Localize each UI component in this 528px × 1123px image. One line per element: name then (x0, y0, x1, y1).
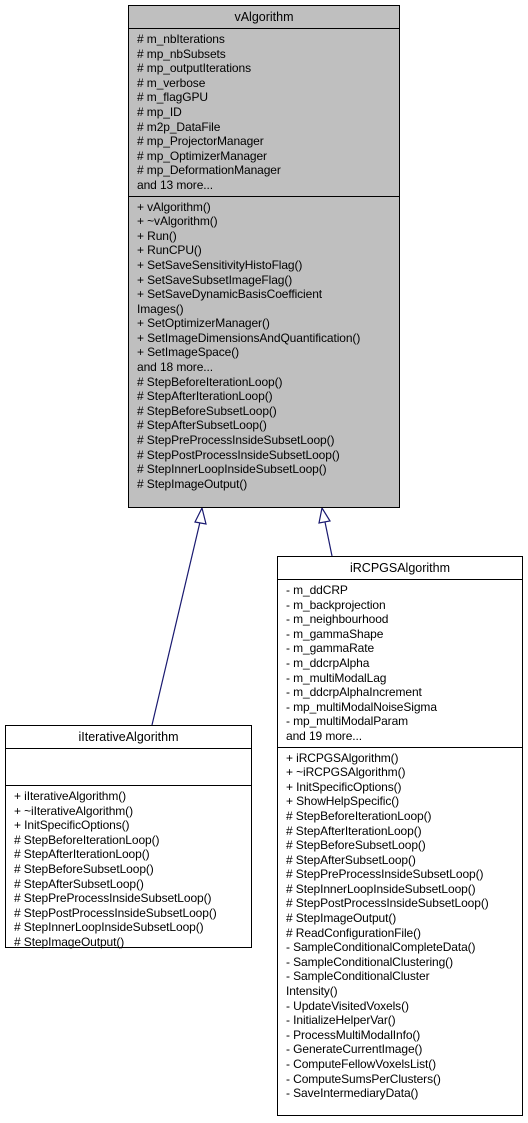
class-box-valgorithm[interactable]: vAlgorithm # m_nbIterations # mp_nbSubset… (128, 5, 400, 508)
class-member-method[interactable]: # StepPreProcessInsideSubsetLoop() (14, 891, 243, 906)
class-member-method[interactable]: # StepImageOutput() (137, 477, 391, 492)
class-member-method[interactable]: + InitSpecificOptions() (14, 818, 243, 833)
class-member-attribute[interactable]: - m_multiModalLag (286, 671, 514, 686)
class-member-attribute[interactable]: - mp_multiModalNoiseSigma (286, 700, 514, 715)
class-title: iRCPGSAlgorithm (278, 557, 522, 580)
class-box-ircpgsalgorithm[interactable]: iRCPGSAlgorithm - m_ddCRP - m_backproject… (277, 556, 523, 1116)
class-member-method[interactable]: + vAlgorithm() (137, 200, 391, 215)
class-member-method[interactable]: - SampleConditionalCluster (286, 969, 514, 984)
class-member-method[interactable]: + Run() (137, 229, 391, 244)
class-member-attribute[interactable]: and 13 more... (137, 178, 391, 193)
class-member-attribute[interactable]: - m_gammaRate (286, 641, 514, 656)
class-member-method[interactable]: # StepBeforeIterationLoop() (14, 833, 243, 848)
class-member-method[interactable]: # StepAfterSubsetLoop() (137, 418, 391, 433)
class-member-method[interactable]: # StepBeforeIterationLoop() (286, 809, 514, 824)
class-member-attribute[interactable]: - m_neighbourhood (286, 612, 514, 627)
class-member-attribute[interactable]: # m2p_DataFile (137, 120, 391, 135)
class-member-attribute[interactable]: - m_gammaShape (286, 627, 514, 642)
class-member-method[interactable]: + iIterativeAlgorithm() (14, 789, 243, 804)
class-member-attribute[interactable]: # mp_nbSubsets (137, 47, 391, 62)
class-member-method[interactable]: # StepAfterSubsetLoop() (14, 877, 243, 892)
class-member-method[interactable]: # StepAfterIterationLoop() (14, 847, 243, 862)
class-member-method[interactable]: # StepInnerLoopInsideSubsetLoop() (14, 920, 243, 935)
class-member-attribute[interactable]: # m_verbose (137, 76, 391, 91)
class-member-method[interactable]: # ReadConfigurationFile() (286, 926, 514, 941)
class-member-method[interactable]: - ComputeSumsPerClusters() (286, 1072, 514, 1087)
class-member-method[interactable]: Intensity() (286, 984, 514, 999)
class-member-method[interactable]: # StepAfterSubsetLoop() (286, 853, 514, 868)
class-member-attribute[interactable]: - m_ddCRP (286, 583, 514, 598)
class-member-attribute[interactable]: - mp_multiModalParam (286, 714, 514, 729)
class-member-attribute[interactable]: # mp_OptimizerManager (137, 149, 391, 164)
class-member-method[interactable]: # StepAfterIterationLoop() (286, 824, 514, 839)
class-member-method[interactable]: # StepImageOutput() (286, 911, 514, 926)
class-member-attribute[interactable]: # mp_outputIterations (137, 61, 391, 76)
attributes-section (6, 749, 251, 786)
class-member-method[interactable]: + SetImageSpace() (137, 345, 391, 360)
class-member-attribute[interactable]: # m_flagGPU (137, 90, 391, 105)
class-member-method[interactable]: + ~iRCPGSAlgorithm() (286, 765, 514, 780)
methods-section: + vAlgorithm() + ~vAlgorithm() + Run() + Ru… (129, 197, 399, 495)
class-member-method[interactable]: - InitializeHelperVar() (286, 1013, 514, 1028)
class-member-method[interactable]: # StepPreProcessInsideSubsetLoop() (137, 433, 391, 448)
class-member-method[interactable]: - SampleConditionalCompleteData() (286, 940, 514, 955)
class-member-method[interactable]: # StepBeforeIterationLoop() (137, 375, 391, 390)
class-member-method[interactable]: # StepBeforeSubsetLoop() (14, 862, 243, 877)
methods-section: + iRCPGSAlgorithm() + ~iRCPGSAlgorithm() +… (278, 748, 522, 1104)
class-member-method[interactable]: # StepBeforeSubsetLoop() (137, 404, 391, 419)
class-member-attribute[interactable]: # mp_DeformationManager (137, 163, 391, 178)
class-member-method[interactable]: # StepInnerLoopInsideSubsetLoop() (286, 882, 514, 897)
class-member-method[interactable]: # StepImageOutput() (14, 935, 243, 950)
class-member-method[interactable]: - UpdateVisitedVoxels() (286, 999, 514, 1014)
methods-section: + iIterativeAlgorithm() + ~iIterativeAlgo… (6, 786, 251, 953)
inheritance-arrowhead (318, 506, 331, 524)
class-member-attribute[interactable]: # m_nbIterations (137, 32, 391, 47)
class-member-method[interactable]: - GenerateCurrentImage() (286, 1042, 514, 1057)
class-title: vAlgorithm (129, 6, 399, 29)
class-member-method[interactable]: # StepBeforeSubsetLoop() (286, 838, 514, 853)
class-member-method[interactable]: # StepPreProcessInsideSubsetLoop() (286, 867, 514, 882)
attributes-section: # m_nbIterations # mp_nbSubsets # mp_outpu… (129, 29, 399, 197)
class-member-method[interactable]: + ~iIterativeAlgorithm() (14, 804, 243, 819)
class-member-method[interactable]: - ProcessMultiModalInfo() (286, 1028, 514, 1043)
class-box-iiterativealgorithm[interactable]: iIterativeAlgorithm + iIterativeAlgorith… (5, 725, 252, 949)
class-member-method[interactable]: - ComputeFellowVoxelsList() (286, 1057, 514, 1072)
class-member-method[interactable]: + SetOptimizerManager() (137, 316, 391, 331)
class-member-method[interactable]: + iRCPGSAlgorithm() (286, 751, 514, 766)
class-member-method[interactable]: # StepPostProcessInsideSubsetLoop() (286, 896, 514, 911)
class-member-method[interactable]: # StepInnerLoopInsideSubsetLoop() (137, 462, 391, 477)
class-member-method[interactable]: # StepPostProcessInsideSubsetLoop() (14, 906, 243, 921)
class-member-method[interactable]: + SetSaveDynamicBasisCoefficient (137, 287, 391, 302)
class-member-method[interactable]: - SaveIntermediaryData() (286, 1086, 514, 1101)
class-member-method[interactable]: # StepPostProcessInsideSubsetLoop() (137, 448, 391, 463)
class-member-method[interactable]: - SampleConditionalClustering() (286, 955, 514, 970)
class-member-method[interactable]: + SetSaveSubsetImageFlag() (137, 273, 391, 288)
class-title: iIterativeAlgorithm (6, 726, 251, 749)
class-member-method[interactable]: Images() (137, 302, 391, 317)
class-member-method[interactable]: + SetImageDimensionsAndQuantification() (137, 331, 391, 346)
class-member-attribute[interactable]: - m_ddcrpAlphaIncrement (286, 685, 514, 700)
class-member-attribute[interactable]: - m_backprojection (286, 598, 514, 613)
class-member-method[interactable]: + ~vAlgorithm() (137, 214, 391, 229)
class-member-attribute[interactable]: # mp_ID (137, 105, 391, 120)
edge-iiterative-to-valgorithm (151, 506, 207, 726)
class-member-attribute[interactable]: and 19 more... (286, 729, 514, 744)
class-member-method[interactable]: + ShowHelpSpecific() (286, 794, 514, 809)
inheritance-arrowhead (194, 506, 207, 525)
class-member-method[interactable]: # StepAfterIterationLoop() (137, 389, 391, 404)
edge-ircpgs-to-valgorithm (318, 506, 333, 557)
class-member-method[interactable]: and 18 more... (137, 360, 391, 375)
class-member-method[interactable]: + RunCPU() (137, 243, 391, 258)
attributes-section: - m_ddCRP - m_backprojection - m_neighbour… (278, 580, 522, 748)
class-member-attribute[interactable]: # mp_ProjectorManager (137, 134, 391, 149)
class-member-attribute[interactable]: - m_ddcrpAlpha (286, 656, 514, 671)
class-member-method[interactable]: + SetSaveSensitivityHistoFlag() (137, 258, 391, 273)
class-member-method[interactable]: + InitSpecificOptions() (286, 780, 514, 795)
